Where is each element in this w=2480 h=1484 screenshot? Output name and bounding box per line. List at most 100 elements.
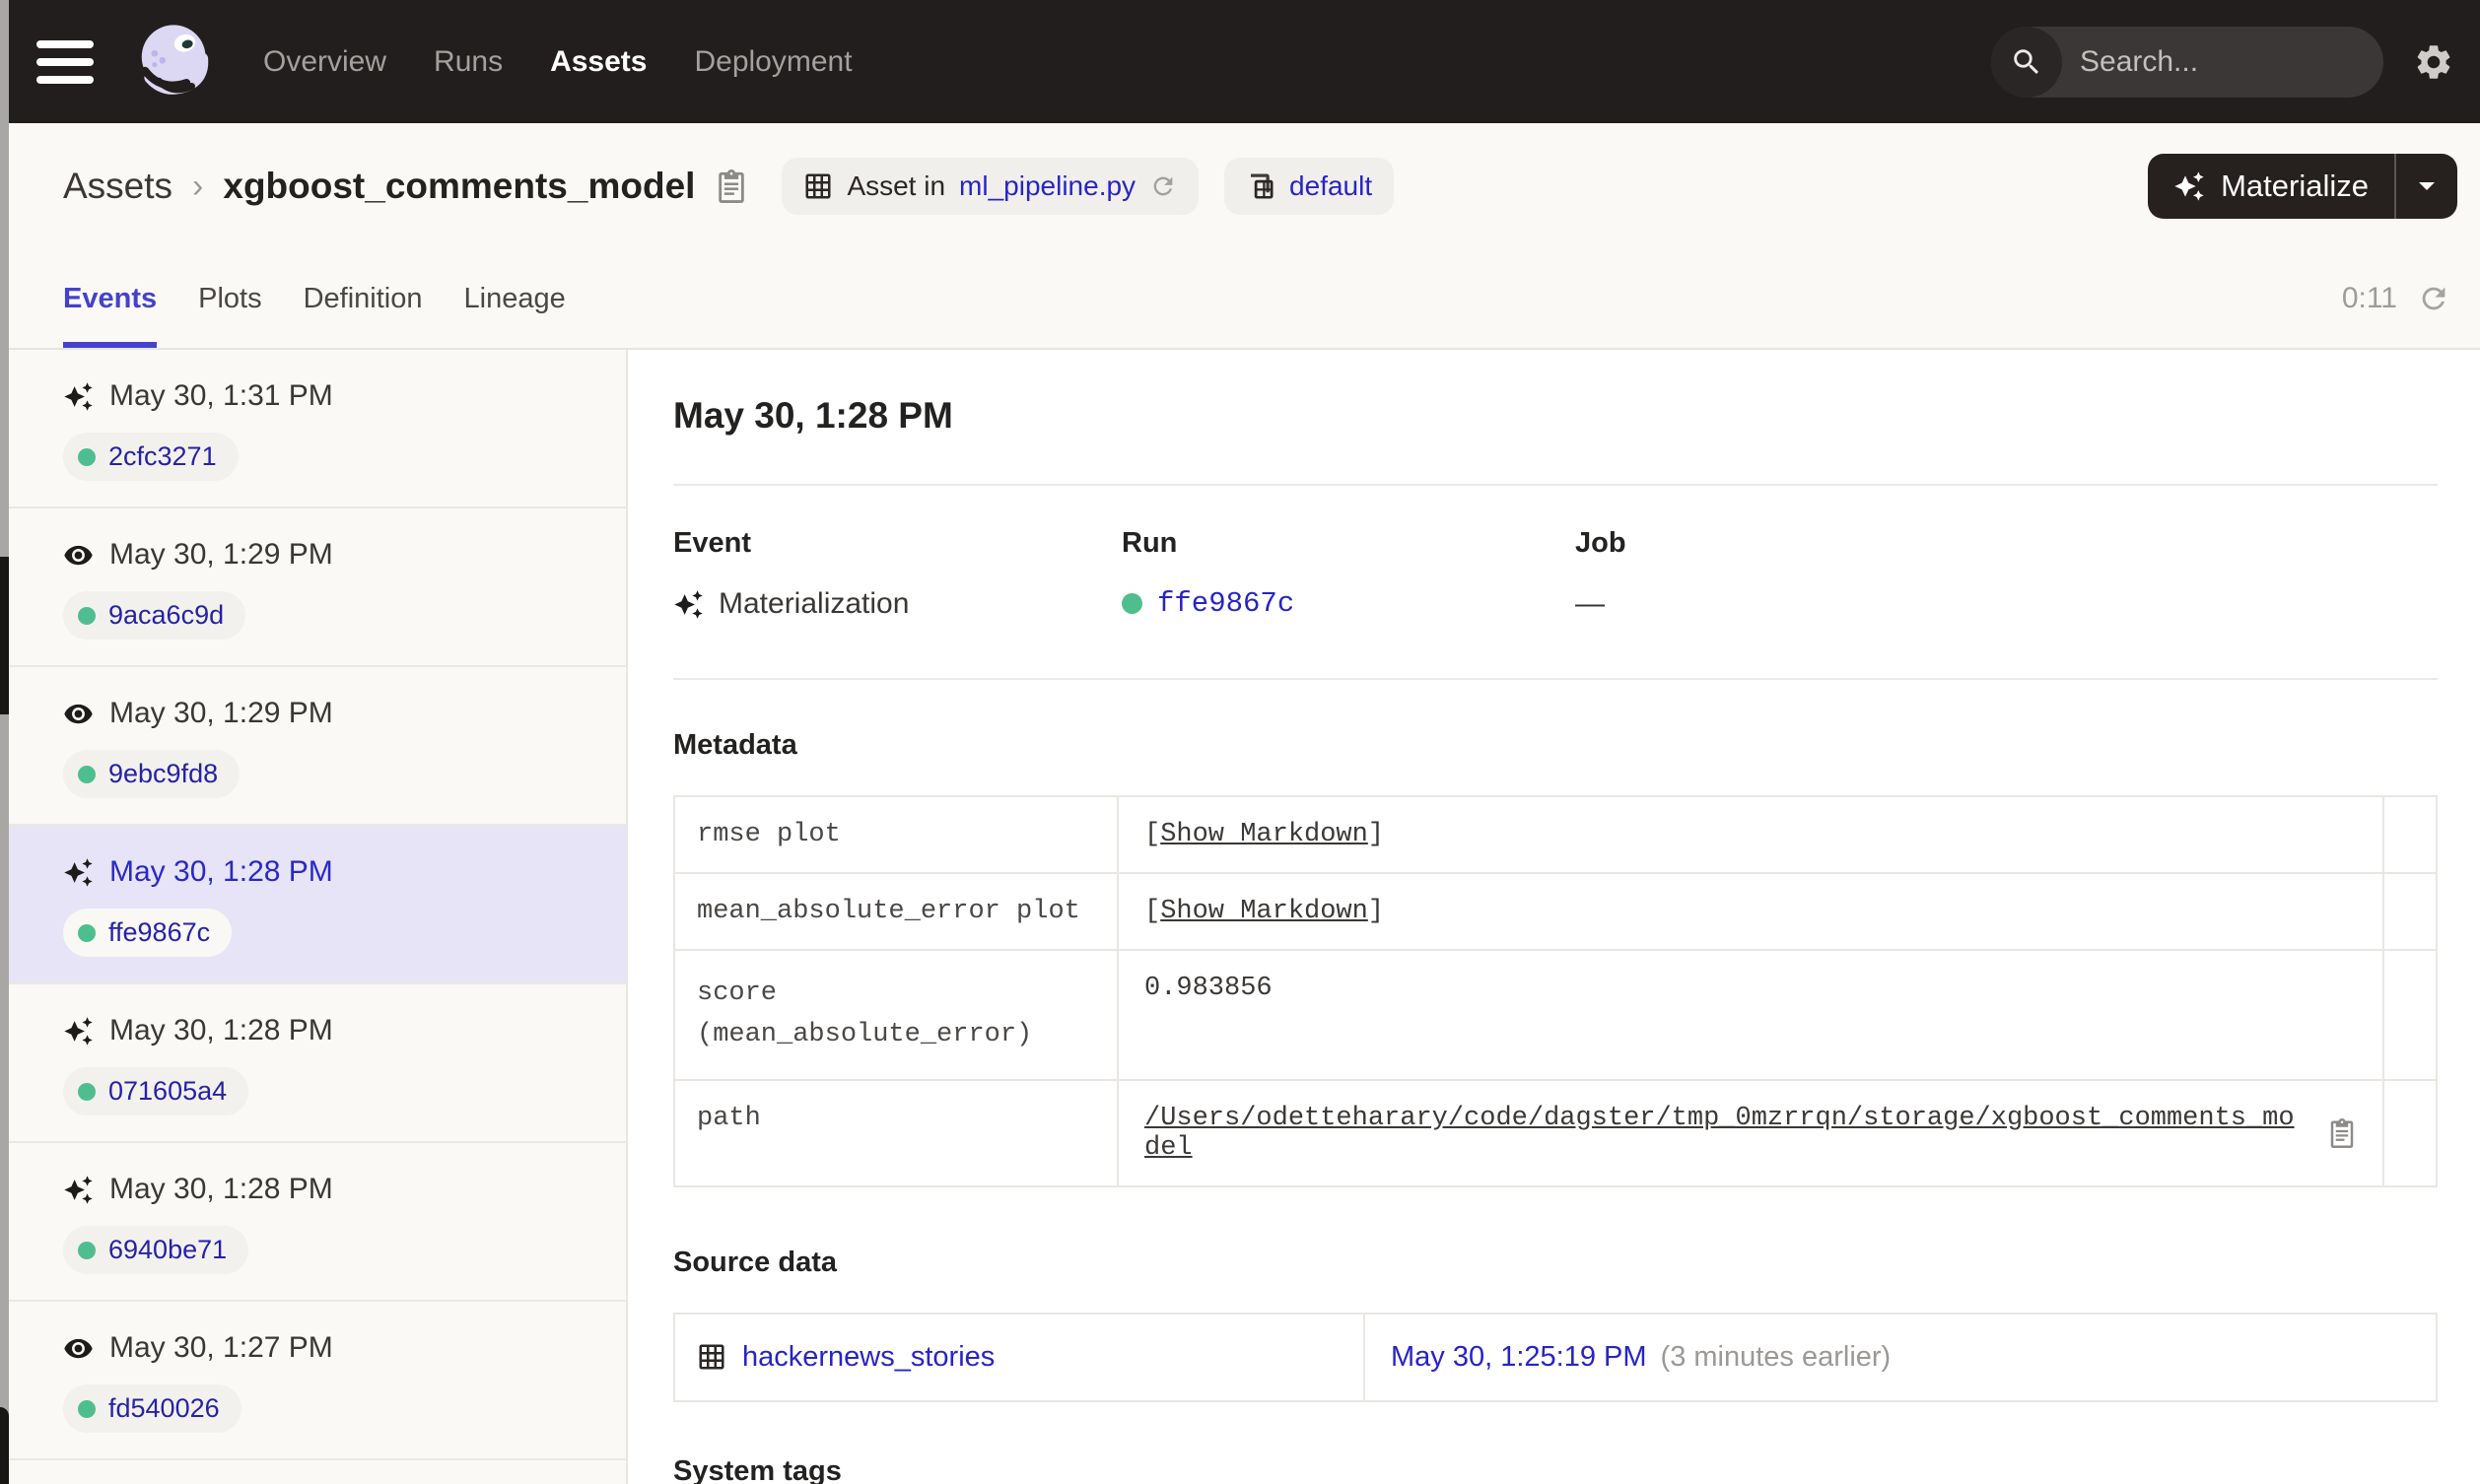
run-badge[interactable]: 9ebc9fd8 [63, 750, 241, 798]
asset-group-link[interactable]: default [1289, 170, 1372, 202]
observation-icon [64, 1338, 93, 1358]
run-status-dot [78, 1399, 96, 1418]
observation-icon [64, 545, 93, 565]
event-list-item[interactable]: May 30, 1:28 PM 6940be71 [9, 1143, 626, 1302]
metadata-key: score (mean_absolute_error) [675, 951, 1119, 1079]
search-input[interactable] [2062, 44, 2383, 79]
event-detail-panel: May 30, 1:28 PM Event Materialization Ru… [628, 350, 2480, 1484]
run-id-link[interactable]: ffe9867c [108, 917, 210, 948]
event-timestamp: May 30, 1:29 PM [109, 697, 333, 729]
materialization-icon [64, 381, 93, 411]
run-status-dot [78, 923, 96, 942]
dagster-app: Overview Runs Assets Deployment / Assets… [9, 0, 2480, 1484]
metadata-key: rmse plot [675, 797, 1119, 872]
asset-tabs: Events Plots Definition Lineage 0:11 [9, 249, 2480, 350]
hamburger-menu-icon[interactable] [36, 36, 96, 88]
code-location-chip[interactable]: Asset in ml_pipeline.py [782, 158, 1200, 215]
event-list-item[interactable]: May 30, 1:28 PM 071605a4 [9, 984, 626, 1143]
run-badge[interactable]: 071605a4 [63, 1067, 249, 1115]
tab-definition[interactable]: Definition [304, 249, 423, 348]
job-column-label: Job [1575, 527, 1626, 559]
source-data-table: hackernews_stories May 30, 1:25:19 PM (3… [673, 1312, 2438, 1402]
metadata-table: rmse plot [Show Markdown] mean_absolute_… [673, 795, 2438, 1187]
asset-header: Assets › xgboost_comments_model Asset in… [9, 123, 2480, 249]
run-status-dot [78, 1082, 96, 1101]
tab-events[interactable]: Events [63, 249, 158, 348]
top-nav: Overview Runs Assets Deployment / [9, 0, 2480, 123]
source-time-link[interactable]: May 30, 1:25:19 PM [1391, 1341, 1647, 1374]
event-detail-title: May 30, 1:28 PM [673, 395, 953, 436]
search-box[interactable]: / [1991, 26, 2383, 98]
tab-plots[interactable]: Plots [198, 249, 261, 348]
show-markdown-link[interactable]: [Show Markdown] [1144, 820, 1384, 849]
asset-grid-icon [805, 173, 831, 199]
breadcrumb-separator: › [192, 167, 204, 205]
event-list-item-selected[interactable]: May 30, 1:28 PM ffe9867c [9, 826, 626, 984]
run-id-link[interactable]: 071605a4 [108, 1076, 227, 1107]
run-badge[interactable]: 6940be71 [63, 1226, 249, 1274]
run-id-link[interactable]: 2cfc3271 [108, 441, 217, 472]
run-id-link[interactable]: ffe9867c [1157, 587, 1294, 620]
refresh-timer: 0:11 [2342, 249, 2450, 348]
table-row: rmse plot [Show Markdown] [675, 797, 2436, 872]
copy-asset-name-icon[interactable] [715, 169, 748, 203]
nav-item-overview[interactable]: Overview [263, 45, 386, 79]
materialization-icon [64, 1175, 93, 1204]
run-column-label: Run [1122, 527, 1178, 559]
run-badge[interactable]: ffe9867c [63, 909, 233, 957]
nav-item-deployment[interactable]: Deployment [694, 45, 852, 79]
bracket: [ [1144, 897, 1161, 926]
metadata-key: path [675, 1080, 1119, 1185]
copy-path-icon[interactable] [2327, 1117, 2357, 1148]
search-icon [1991, 26, 2062, 98]
asset-group-icon [1251, 173, 1274, 199]
dagster-logo-icon[interactable] [133, 21, 216, 103]
event-timestamp: May 30, 1:27 PM [109, 1331, 333, 1364]
materialization-icon [64, 1016, 93, 1046]
nav-item-runs[interactable]: Runs [434, 45, 503, 79]
nav-item-assets[interactable]: Assets [550, 45, 647, 79]
source-asset-link[interactable]: hackernews_stories [742, 1341, 995, 1374]
observation-icon [64, 704, 93, 723]
run-badge[interactable]: 9aca6c9d [63, 591, 246, 640]
event-summary: Event Materialization Run ffe9867c Job — [673, 527, 2438, 621]
breadcrumb-assets-link[interactable]: Assets [63, 166, 172, 207]
event-list-item[interactable]: May 30, 1:31 PM 2cfc3271 [9, 350, 626, 508]
source-time-cell: May 30, 1:25:19 PM (3 minutes earlier) [1365, 1315, 2436, 1400]
code-location-link[interactable]: ml_pipeline.py [959, 170, 1136, 202]
tab-lineage[interactable]: Lineage [464, 249, 566, 348]
materialize-dropdown-button[interactable] [2396, 154, 2457, 219]
metadata-heading: Metadata [673, 729, 797, 761]
materialize-sparkle-icon [2174, 171, 2204, 201]
materialize-button[interactable]: Materialize [2148, 154, 2394, 219]
show-markdown-label: Show Markdown [1160, 820, 1368, 849]
chevron-down-icon [2419, 182, 2435, 190]
event-list-item[interactable]: May 30, 1:29 PM 9aca6c9d [9, 508, 626, 667]
reload-location-icon[interactable] [1149, 172, 1177, 200]
event-list-item[interactable]: May 30, 1:27 PM fd540026 [9, 1302, 626, 1460]
refresh-icon[interactable] [2417, 282, 2450, 315]
job-value: — [1575, 587, 1605, 620]
show-markdown-link[interactable]: [Show Markdown] [1144, 897, 1384, 926]
event-timestamp: May 30, 1:28 PM [109, 1014, 333, 1046]
metadata-value: 0.983856 [1144, 974, 1273, 1003]
event-timestamp: May 30, 1:29 PM [109, 538, 333, 571]
bracket: [ [1144, 820, 1161, 849]
run-badge[interactable]: 2cfc3271 [63, 433, 239, 481]
refresh-countdown: 0:11 [2341, 282, 2397, 314]
source-data-heading: Source data [673, 1246, 837, 1278]
settings-gear-icon[interactable] [2413, 41, 2454, 83]
screen-edge-strip [0, 0, 9, 1484]
path-link[interactable]: /Users/odetteharary/code/dagster/tmp_0mz… [1144, 1104, 2309, 1163]
asset-group-chip[interactable]: default [1224, 158, 1395, 215]
event-timestamp: May 30, 1:28 PM [109, 1173, 333, 1205]
materialize-split-button: Materialize [2148, 154, 2457, 219]
run-id-link[interactable]: fd540026 [108, 1393, 220, 1424]
event-list-item[interactable]: May 30, 1:29 PM 9ebc9fd8 [9, 667, 626, 826]
run-id-link[interactable]: 9ebc9fd8 [108, 759, 218, 789]
asset-chips: Asset in ml_pipeline.py default [782, 158, 1395, 215]
run-id-link[interactable]: 9aca6c9d [108, 600, 224, 631]
system-tags-heading: System tags [673, 1454, 842, 1484]
run-id-link[interactable]: 6940be71 [108, 1235, 227, 1265]
run-badge[interactable]: fd540026 [63, 1384, 241, 1433]
